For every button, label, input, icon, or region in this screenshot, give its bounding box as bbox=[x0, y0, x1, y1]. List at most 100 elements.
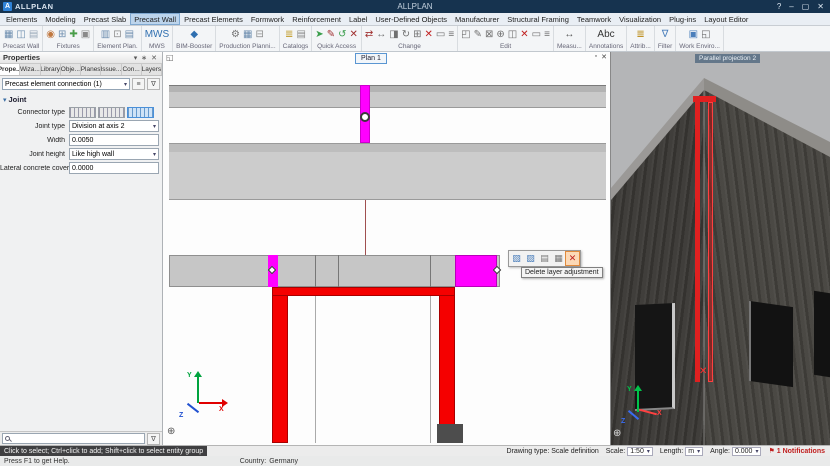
ribbon-tool-icon[interactable]: ▦ bbox=[4, 30, 13, 40]
ribbon-tool-icon[interactable]: ⊕ bbox=[496, 30, 504, 40]
ribbon-tool-icon[interactable]: ⊟ bbox=[255, 30, 263, 40]
properties-search-input[interactable] bbox=[2, 433, 145, 444]
ribbon-tab[interactable]: Label bbox=[345, 13, 371, 25]
ribbon-tool-icon[interactable]: ∇ bbox=[662, 30, 669, 40]
ribbon-tool-icon[interactable]: ↺ bbox=[338, 30, 346, 40]
ribbon-tab[interactable]: Precast Wall bbox=[130, 13, 180, 25]
ribbon-tool-icon[interactable]: ≣ bbox=[285, 30, 293, 40]
ribbon-tab[interactable]: Plug-ins bbox=[665, 13, 700, 25]
column-block-dark[interactable] bbox=[437, 424, 463, 443]
ribbon-tool-icon[interactable]: ⊞ bbox=[413, 30, 421, 40]
ribbon-tool-icon[interactable]: ↔ bbox=[564, 30, 574, 40]
parallel-viewport-title[interactable]: Parallel projection 2 bbox=[695, 54, 760, 63]
lateral-cover-input[interactable]: 0.0000 bbox=[69, 162, 159, 174]
ribbon-tool-icon[interactable]: ⊠ bbox=[485, 30, 493, 40]
plan-viewport-title[interactable]: Plan 1 bbox=[355, 53, 387, 64]
width-input[interactable]: 0.0050 bbox=[69, 134, 159, 146]
palette-tab[interactable]: Library bbox=[41, 64, 61, 75]
ribbon-tab[interactable]: Precast Elements bbox=[180, 13, 247, 25]
context-toolbar-icon[interactable]: ▤ bbox=[538, 252, 551, 265]
precast-wall-red-top[interactable] bbox=[272, 287, 455, 296]
close-icon[interactable]: ✕ bbox=[817, 2, 824, 11]
ribbon-tool-icon[interactable]: ✚ bbox=[69, 30, 77, 40]
ribbon-tool-icon[interactable]: ≣ bbox=[636, 30, 644, 40]
ribbon-tab[interactable]: Elements bbox=[2, 13, 41, 25]
ribbon-tool-icon[interactable]: ▤ bbox=[29, 30, 38, 40]
viewport-close-icon[interactable]: ✕ bbox=[601, 53, 607, 61]
ribbon-tab[interactable]: Modeling bbox=[41, 13, 79, 25]
ribbon-tool-icon[interactable]: ✎ bbox=[474, 30, 482, 40]
ribbon-tab[interactable]: Teamwork bbox=[573, 13, 615, 25]
ribbon-tool-icon[interactable]: ⚙ bbox=[231, 30, 240, 40]
chevron-down-icon[interactable]: ▾ bbox=[132, 54, 140, 62]
ribbon-tool-icon[interactable]: ▣ bbox=[689, 30, 698, 40]
selected-joint-red-outline[interactable] bbox=[708, 102, 713, 382]
wall-band-middle[interactable] bbox=[169, 143, 606, 200]
filter-funnel-icon[interactable]: ∇ bbox=[147, 433, 160, 445]
wall-band-top[interactable] bbox=[169, 85, 606, 108]
ribbon-tab[interactable]: Precast Slab bbox=[80, 13, 131, 25]
ribbon-tool-icon[interactable]: ◨ bbox=[389, 30, 398, 40]
ribbon-tool-icon[interactable]: MWS bbox=[145, 30, 169, 40]
ribbon-tool-icon[interactable]: Abc bbox=[597, 30, 614, 40]
context-toolbar-icon[interactable]: ▨ bbox=[524, 252, 537, 265]
ribbon-tool-icon[interactable]: ◱ bbox=[701, 30, 710, 40]
ribbon-tool-icon[interactable]: ▣ bbox=[81, 30, 90, 40]
ribbon-tool-icon[interactable]: ↻ bbox=[402, 30, 410, 40]
close-icon[interactable]: ✕ bbox=[149, 54, 159, 62]
precast-wall-red-left[interactable] bbox=[272, 287, 288, 443]
ribbon-tool-icon[interactable]: ➤ bbox=[315, 30, 323, 40]
ribbon-tool-icon[interactable]: ▤ bbox=[296, 30, 305, 40]
ribbon-tool-icon[interactable]: ✕ bbox=[349, 30, 357, 40]
ribbon-tab[interactable]: Visualization bbox=[615, 13, 665, 25]
ribbon-tool-icon[interactable]: ≡ bbox=[448, 30, 454, 40]
connector-type-option-3[interactable] bbox=[127, 107, 154, 118]
length-dropdown[interactable]: m ▾ bbox=[685, 447, 703, 456]
minimize-icon[interactable]: – bbox=[789, 2, 793, 11]
ribbon-tool-icon[interactable]: ◫ bbox=[16, 30, 25, 40]
palette-tab[interactable]: Planes bbox=[81, 64, 101, 75]
window-opening[interactable] bbox=[749, 301, 793, 387]
notifications-badge[interactable]: ⚑ 1 Notifications bbox=[768, 447, 825, 455]
precast-wall-red-right[interactable] bbox=[439, 287, 455, 443]
selected-element-magenta[interactable] bbox=[455, 255, 497, 287]
help-icon[interactable]: ? bbox=[777, 2, 781, 11]
plan-viewport[interactable]: ◱ Plan 1 ▫ ✕ Y X bbox=[163, 52, 611, 445]
joint-section-header[interactable]: ▾ Joint bbox=[0, 92, 162, 105]
window-opening[interactable] bbox=[814, 291, 830, 378]
ribbon-tool-icon[interactable]: ≡ bbox=[544, 30, 550, 40]
ribbon-tool-icon[interactable]: ✕ bbox=[520, 30, 528, 40]
palette-tab[interactable]: Con... bbox=[122, 64, 142, 75]
selected-joint-red-strip[interactable] bbox=[695, 98, 700, 382]
viewport-maximize-icon[interactable]: ▫ bbox=[595, 53, 597, 61]
ribbon-tool-icon[interactable]: ▤ bbox=[125, 30, 134, 40]
context-toolbar-icon[interactable]: ▦ bbox=[552, 252, 565, 265]
ribbon-tool-icon[interactable]: ⊞ bbox=[58, 30, 66, 40]
pin-icon[interactable]: ∗ bbox=[139, 54, 149, 62]
element-selector-dropdown[interactable]: Precast element connection (1) ▾ bbox=[2, 78, 130, 90]
ribbon-tool-icon[interactable]: ✎ bbox=[327, 30, 335, 40]
joint-handle-circle[interactable] bbox=[360, 112, 370, 122]
ribbon-tool-icon[interactable]: ▦ bbox=[243, 30, 252, 40]
parallel-projection-viewport[interactable]: ✕ Parallel projection 2 Y X Z ⊕ bbox=[611, 52, 830, 445]
drawing-type-value[interactable]: Scale definition bbox=[551, 448, 598, 455]
ribbon-tool-icon[interactable]: ↔ bbox=[376, 30, 386, 40]
angle-dropdown[interactable]: 0.000 ▾ bbox=[732, 447, 762, 456]
ribbon-tool-icon[interactable]: ▥ bbox=[101, 30, 110, 40]
ribbon-tool-icon[interactable]: ◰ bbox=[461, 30, 470, 40]
ribbon-tab[interactable]: Layout Editor bbox=[700, 13, 752, 25]
ribbon-tab[interactable]: Structural Framing bbox=[503, 13, 573, 25]
palette-tab[interactable]: Obje... bbox=[61, 64, 81, 75]
ribbon-tool-icon[interactable]: ⊡ bbox=[113, 30, 121, 40]
context-toolbar-icon[interactable]: ▧ bbox=[510, 252, 523, 265]
palette-tab[interactable]: Issue... bbox=[101, 64, 121, 75]
palette-tab[interactable]: Layers bbox=[142, 64, 162, 75]
scale-dropdown[interactable]: 1:50 ▾ bbox=[627, 447, 653, 456]
ribbon-tool-icon[interactable]: ◫ bbox=[508, 30, 517, 40]
ribbon-tool-icon[interactable]: ⇄ bbox=[365, 30, 373, 40]
ribbon-tab[interactable]: Reinforcement bbox=[288, 13, 345, 25]
maximize-icon[interactable]: ▢ bbox=[802, 2, 810, 11]
context-toolbar-icon[interactable]: ✕ bbox=[566, 252, 579, 265]
joint-type-dropdown[interactable]: Division at axis 2 ▾ bbox=[69, 120, 159, 132]
list-icon[interactable]: ≡ bbox=[132, 78, 145, 90]
